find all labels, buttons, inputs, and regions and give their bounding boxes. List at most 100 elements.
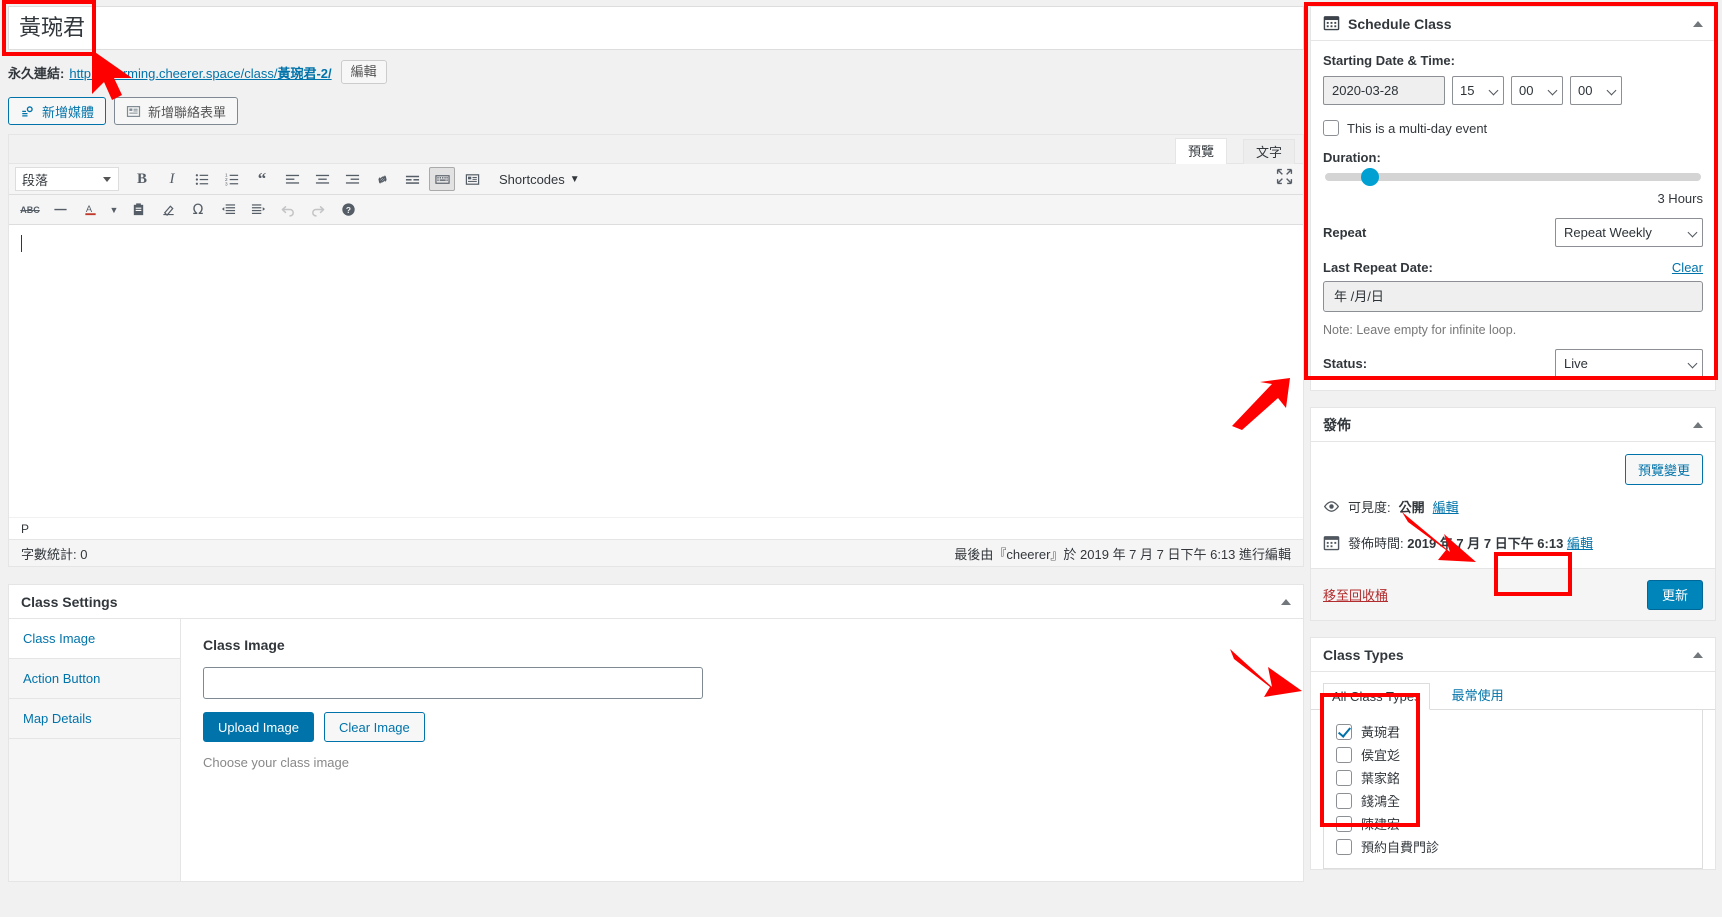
start-second-select[interactable]: 00: [1570, 76, 1622, 105]
bold-icon[interactable]: B: [129, 167, 155, 191]
class-image-hint: Choose your class image: [203, 755, 349, 770]
duration-slider-thumb[interactable]: [1361, 168, 1380, 186]
add-contact-form-button[interactable]: 新增聯絡表單: [114, 97, 239, 125]
numbered-list-icon[interactable]: 123: [219, 167, 245, 191]
media-buttons-row: 新增媒體 新增聯絡表單: [8, 96, 1304, 126]
upload-image-button[interactable]: Upload Image: [203, 712, 314, 742]
media-icon: [20, 104, 35, 119]
start-date-input[interactable]: 2020-03-28: [1323, 76, 1445, 105]
calendar-icon: [1323, 534, 1340, 557]
class-type-item-5[interactable]: 預約自費門診: [1336, 835, 1690, 858]
class-type-item-3[interactable]: 錢鴻全: [1336, 789, 1690, 812]
class-types-list: 黃琬君 侯宜彣 葉家銘 錢鴻全 陳建宏 預約自費門診: [1323, 710, 1703, 869]
align-left-icon[interactable]: [279, 167, 305, 191]
status-select[interactable]: Live: [1555, 349, 1703, 378]
svg-text:A: A: [85, 204, 92, 214]
chevron-up-icon[interactable]: [1693, 651, 1703, 658]
svg-text:3: 3: [225, 181, 228, 186]
permalink-url[interactable]: http://charming.cheerer.space/class/黃琬君-…: [69, 63, 331, 82]
post-title-input[interactable]: 黃琬君: [8, 6, 1304, 50]
starting-datetime-label: Starting Date & Time:: [1323, 53, 1455, 68]
class-type-checkbox-0[interactable]: [1336, 723, 1352, 740]
align-right-icon[interactable]: [339, 167, 365, 191]
duration-slider-track[interactable]: [1325, 168, 1701, 186]
chevron-up-icon[interactable]: [1281, 598, 1291, 605]
edit-permalink-button[interactable]: 編輯: [340, 60, 387, 84]
tab-visual-editor[interactable]: 預覽: [1174, 138, 1227, 164]
add-media-button[interactable]: 新增媒體: [8, 97, 107, 125]
outdent-icon[interactable]: [215, 198, 241, 222]
class-type-checkbox-2[interactable]: [1336, 769, 1352, 786]
paste-as-text-icon[interactable]: [125, 198, 151, 222]
multiday-event-checkbox[interactable]: [1323, 120, 1339, 136]
contact-form-toolbar-icon[interactable]: [459, 167, 485, 191]
special-character-icon[interactable]: Ω: [185, 198, 211, 222]
move-to-trash-link[interactable]: 移至回收桶: [1323, 585, 1388, 604]
class-type-item-0[interactable]: 黃琬君: [1336, 720, 1690, 743]
toggle-toolbar-icon[interactable]: [429, 167, 455, 191]
infinite-loop-note: Note: Leave empty for infinite loop.: [1323, 323, 1517, 337]
undo-icon[interactable]: [275, 198, 301, 222]
clear-formatting-icon[interactable]: [155, 198, 181, 222]
keyboard-shortcuts-icon[interactable]: ?: [335, 198, 361, 222]
visibility-edit-link[interactable]: 編輯: [1433, 498, 1459, 518]
tab-all-class-types[interactable]: All Class Types: [1323, 683, 1430, 710]
tab-text-editor[interactable]: 文字: [1242, 139, 1295, 164]
class-type-item-2[interactable]: 葉家銘: [1336, 766, 1690, 789]
strikethrough-icon[interactable]: ABC: [17, 198, 43, 222]
preview-changes-button[interactable]: 預覽變更: [1624, 454, 1703, 485]
repeat-select[interactable]: Repeat Weekly: [1555, 218, 1703, 247]
insert-link-icon[interactable]: [369, 167, 395, 191]
class-type-label-2: 葉家銘: [1361, 771, 1401, 786]
repeat-label: Repeat: [1323, 225, 1367, 240]
insert-more-icon[interactable]: [399, 167, 425, 191]
update-button[interactable]: 更新: [1646, 579, 1703, 610]
clear-last-repeat-link[interactable]: Clear: [1672, 260, 1703, 275]
class-settings-nav: Class Image Action Button Map Details: [9, 619, 181, 881]
class-type-item-4[interactable]: 陳建宏: [1336, 812, 1690, 835]
italic-icon[interactable]: I: [159, 167, 185, 191]
class-type-item-1[interactable]: 侯宜彣: [1336, 743, 1690, 766]
class-type-checkbox-1[interactable]: [1336, 746, 1352, 763]
text-color-chevron-icon[interactable]: ▼: [107, 198, 121, 222]
chevron-up-icon[interactable]: [1693, 421, 1703, 428]
nav-item-action-button[interactable]: Action Button: [9, 659, 180, 699]
horizontal-rule-icon[interactable]: [47, 198, 73, 222]
class-type-checkbox-3[interactable]: [1336, 792, 1352, 809]
class-type-label-0: 黃琬君: [1361, 725, 1401, 740]
class-type-checkbox-4[interactable]: [1336, 815, 1352, 832]
class-type-checkbox-5[interactable]: [1336, 838, 1352, 855]
start-hour-select[interactable]: 15: [1452, 76, 1504, 105]
editor-content-area[interactable]: [9, 225, 1303, 517]
start-minute-select[interactable]: 00: [1511, 76, 1563, 105]
publish-body: 預覽變更 可見度: 公開 編輯 發佈時間: 2019 年 7 月 7 日下午 6…: [1311, 442, 1715, 568]
shortcodes-dropdown[interactable]: Shortcodes ▼: [499, 172, 580, 187]
chevron-up-icon[interactable]: [1693, 20, 1703, 27]
publish-time-edit-link[interactable]: 編輯: [1567, 536, 1593, 551]
last-repeat-date-input[interactable]: 年 /月/日: [1323, 281, 1703, 312]
editor-element-path: P: [9, 517, 1303, 539]
class-image-input[interactable]: [203, 667, 703, 699]
align-center-icon[interactable]: [309, 167, 335, 191]
fullscreen-toggle[interactable]: [1276, 168, 1293, 188]
starting-datetime-row: 2020-03-28 15 00 00: [1323, 76, 1703, 105]
tab-most-used[interactable]: 最常使用: [1444, 680, 1512, 709]
text-color-icon[interactable]: A: [77, 198, 103, 222]
chevron-down-icon: [1687, 358, 1698, 369]
duration-slider[interactable]: [1323, 168, 1703, 186]
status-value: Live: [1564, 356, 1588, 371]
clear-image-button[interactable]: Clear Image: [323, 712, 425, 742]
nav-item-class-image[interactable]: Class Image: [9, 619, 180, 659]
post-editor: 預覽 文字 段落 B I 123 “ Shortcodes ▼ ABC A ▼ …: [8, 134, 1304, 567]
editor-main-column: 黃琬君 永久連結: http://charming.cheerer.space/…: [2, 0, 1304, 882]
chevron-down-icon: [103, 177, 111, 182]
indent-icon[interactable]: [245, 198, 271, 222]
redo-icon[interactable]: [305, 198, 331, 222]
paragraph-format-select[interactable]: 段落: [15, 167, 119, 191]
bulleted-list-icon[interactable]: [189, 167, 215, 191]
nav-item-map-details[interactable]: Map Details: [9, 699, 180, 739]
schedule-class-title: Schedule Class: [1348, 15, 1452, 32]
publish-time-row: 發佈時間: 2019 年 7 月 7 日下午 6:13 編輯: [1323, 534, 1703, 557]
post-title-wrapper: 黃琬君: [2, 0, 1304, 56]
blockquote-icon[interactable]: “: [249, 167, 275, 191]
